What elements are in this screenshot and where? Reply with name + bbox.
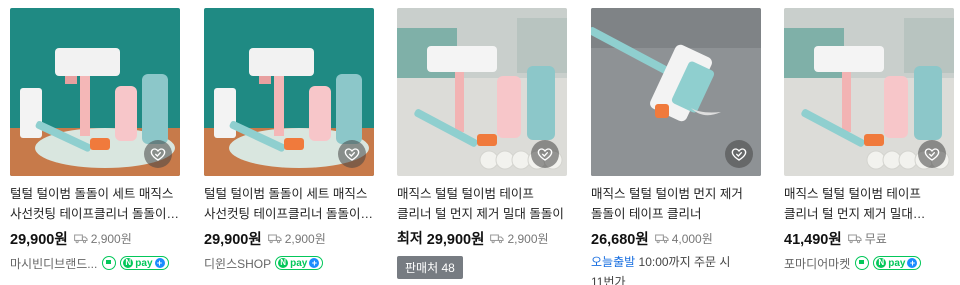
seller-name[interactable]: 포마디어마켓 <box>784 255 850 272</box>
lowest-price-label: 최저 <box>397 230 423 246</box>
price: 29,900원 <box>426 231 485 248</box>
price: 29,900원 <box>10 231 68 248</box>
product-card[interactable]: 털털 털이범 돌돌이 세트 매직스 사선컷팅 테이프클리너 돌돌이 세트 29,… <box>10 8 180 272</box>
seller-row: 마시빈디브랜드... Npay + <box>10 254 180 272</box>
product-title[interactable]: 털털 털이범 돌돌이 세트 매직스 사선컷팅 테이프클리너 돌돌이 세트 <box>204 184 374 224</box>
talk-chat-icon[interactable] <box>855 256 870 270</box>
wishlist-heart-icon[interactable] <box>918 140 946 168</box>
product-thumbnail[interactable] <box>10 8 180 176</box>
product-thumbnail[interactable] <box>591 8 761 176</box>
delivery-info: 오늘출발 10:00까지 주문 시 11번가 <box>591 252 761 285</box>
shipping-fee: 2,900원 <box>490 230 549 247</box>
truck-icon <box>74 233 88 244</box>
seller-name[interactable]: 마시빈디브랜드... <box>10 255 97 272</box>
truck-icon <box>268 233 282 244</box>
product-card[interactable]: 매직스 털털 털이범 먼지 제거 돌돌이 테이프 클리너 26,680원 4,0… <box>591 8 761 285</box>
price-row: 29,900원 2,900원 <box>10 228 180 248</box>
product-title[interactable]: 매직스 털털 털이범 테이프 클리너 털 먼지 제거 밀대 (돌돌이 세트) <box>784 184 954 224</box>
price-row: 26,680원 4,000원 <box>591 228 761 248</box>
product-thumbnail[interactable] <box>397 8 567 176</box>
shipping-fee: 4,000원 <box>655 230 713 247</box>
product-title[interactable]: 털털 털이범 돌돌이 세트 매직스 사선컷팅 테이프클리너 돌돌이 세트 <box>10 184 180 224</box>
product-title[interactable]: 매직스 털털 털이범 테이프 클리너 털 먼지 제거 밀대 돌돌이 <box>397 184 567 224</box>
price-row: 최저 29,900원 2,900원 <box>397 228 567 248</box>
npay-badge: Npay + <box>275 256 324 270</box>
wishlist-heart-icon[interactable] <box>144 140 172 168</box>
price-row: 29,900원 2,900원 <box>204 228 374 248</box>
npay-badge: Npay + <box>873 256 922 270</box>
shipping-fee: 2,900원 <box>268 230 326 247</box>
today-shipping-label: 오늘출발 <box>591 255 636 269</box>
product-card[interactable]: 매직스 털털 털이범 테이프 클리너 털 먼지 제거 밀대 (돌돌이 세트) 4… <box>784 8 954 272</box>
seller-row: 디윈스SHOP Npay + <box>204 254 374 272</box>
price: 26,680원 <box>591 231 649 248</box>
seller-count-badge[interactable]: 판매처 48 <box>397 256 463 279</box>
truck-icon <box>848 233 862 244</box>
seller-row: 포마디어마켓 Npay + <box>784 254 954 272</box>
price: 29,900원 <box>204 231 262 248</box>
truck-icon <box>490 233 504 244</box>
shipping-fee: 2,900원 <box>74 230 132 247</box>
product-thumbnail[interactable] <box>784 8 954 176</box>
talk-chat-icon[interactable] <box>102 256 117 270</box>
product-card[interactable]: 매직스 털털 털이범 테이프 클리너 털 먼지 제거 밀대 돌돌이 최저 29,… <box>397 8 567 279</box>
price-row: 41,490원 무료 <box>784 228 954 248</box>
npay-badge: Npay + <box>120 256 169 270</box>
product-title[interactable]: 매직스 털털 털이범 먼지 제거 돌돌이 테이프 클리너 <box>591 184 761 224</box>
wishlist-heart-icon[interactable] <box>531 140 559 168</box>
seller-name[interactable]: 디윈스SHOP <box>204 255 271 272</box>
order-deadline: 10:00까지 주문 시 <box>638 255 731 269</box>
wishlist-heart-icon[interactable] <box>338 140 366 168</box>
product-card[interactable]: 털털 털이범 돌돌이 세트 매직스 사선컷팅 테이프클리너 돌돌이 세트 29,… <box>204 8 374 272</box>
wishlist-heart-icon[interactable] <box>725 140 753 168</box>
seller-name[interactable]: 11번가 <box>591 275 626 285</box>
product-thumbnail[interactable] <box>204 8 374 176</box>
truck-icon <box>655 233 669 244</box>
price: 41,490원 <box>784 231 842 248</box>
shipping-fee: 무료 <box>848 230 887 247</box>
